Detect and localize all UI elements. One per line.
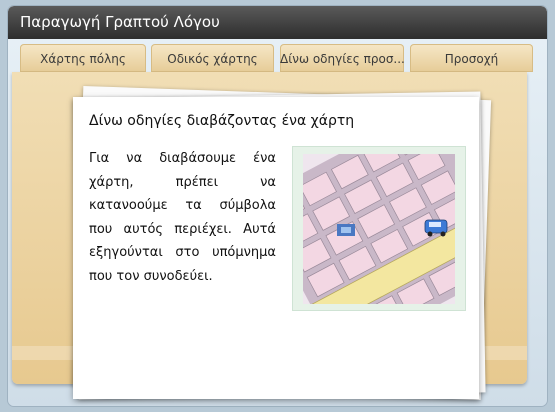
instruction-card: Δίνω οδηγίες διαβάζοντας ένα χάρτη Για ν…	[73, 97, 479, 399]
card-title: Δίνω οδηγίες διαβάζοντας ένα χάρτη	[89, 113, 355, 129]
title-bar: Παραγωγή Γραπτού Λόγου	[8, 6, 547, 39]
tab-city-map[interactable]: Χάρτης πόλης	[20, 44, 146, 72]
tab-giving-directions[interactable]: Δίνω οδηγίες προσ...	[280, 44, 404, 72]
tab-road-map[interactable]: Οδικός χάρτης	[151, 44, 274, 72]
tab-attention[interactable]: Προσοχή	[410, 44, 533, 72]
window-title: Παραγωγή Γραπτού Λόγου	[20, 13, 220, 31]
city-map-image	[303, 154, 455, 304]
map-legend-marker	[337, 224, 355, 236]
map-illustration	[292, 146, 466, 311]
card-text: Για να διαβάσουμε ένα χάρτη, πρέπει να κ…	[89, 151, 276, 284]
